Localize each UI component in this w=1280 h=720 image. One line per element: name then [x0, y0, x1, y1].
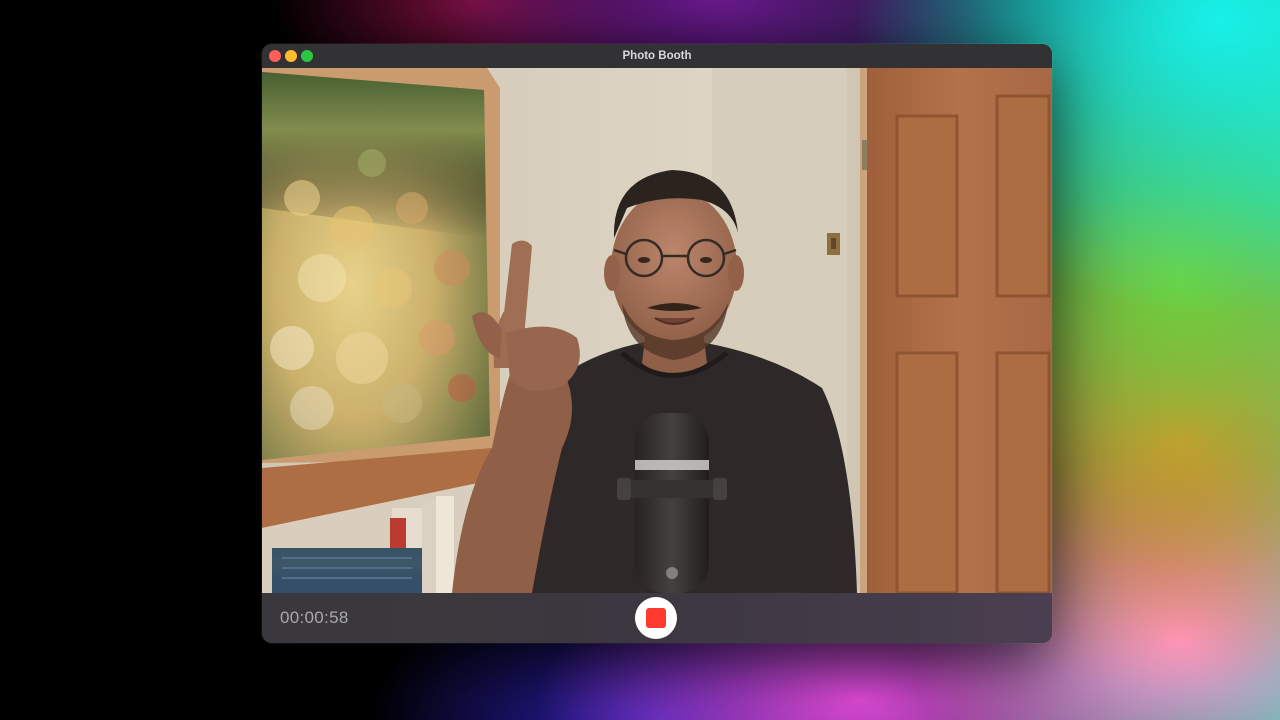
photo-booth-window: Photo Booth 00:00:58	[262, 44, 1052, 643]
stop-square-icon	[646, 608, 666, 628]
stop-recording-button[interactable]	[635, 597, 677, 639]
camera-feed-image	[262, 68, 1052, 593]
recording-timer: 00:00:58	[280, 608, 349, 627]
control-bar: 00:00:58	[262, 593, 1052, 643]
window-title: Photo Booth	[622, 50, 692, 62]
title-bar[interactable]: Photo Booth	[262, 44, 1052, 69]
camera-preview	[262, 68, 1052, 593]
